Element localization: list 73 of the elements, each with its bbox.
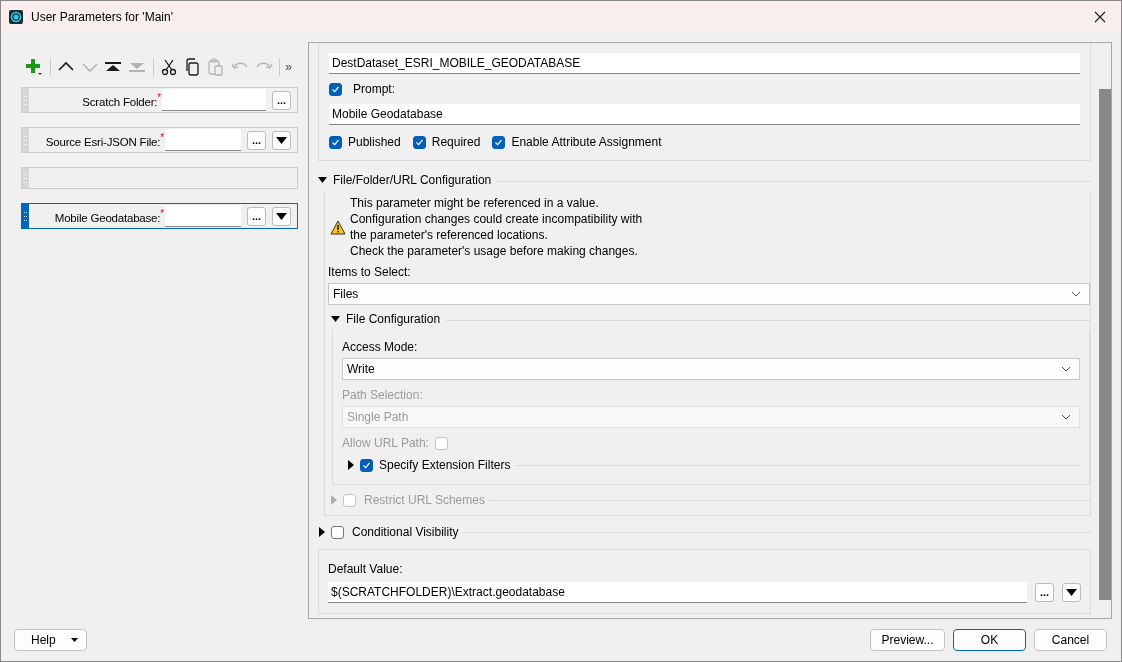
app-icon — [9, 9, 23, 24]
caret-icon — [1066, 589, 1077, 596]
default-value-field[interactable]: $(SCRATCHFOLDER)\Extract.geodatabase — [328, 582, 1027, 603]
parameter-row[interactable]: Scratch Folder:$^{*}$ ... — [21, 87, 298, 113]
ok-button[interactable]: OK — [953, 629, 1026, 651]
checkbox[interactable] — [412, 135, 426, 149]
dropdown-button[interactable] — [1062, 583, 1081, 602]
checkbox[interactable] — [329, 82, 342, 96]
parameter-row[interactable]: Source Esri-JSON File:$^{*}$ ... — [21, 127, 298, 153]
warning-text: the parameter's referenced locations. — [350, 227, 549, 243]
section-title[interactable]: File/Folder/URL Configuration — [333, 173, 492, 187]
parameter-input[interactable] — [165, 205, 241, 227]
parameter-label: Source Esri-JSON File:$^{*}$ — [44, 132, 164, 148]
browse-button[interactable]: ... — [1035, 583, 1054, 602]
warning-icon — [330, 219, 346, 235]
help-button[interactable]: Help — [14, 629, 87, 651]
expand-arrow-icon[interactable] — [347, 460, 356, 470]
copy-icon[interactable] — [183, 58, 202, 76]
checkbox[interactable] — [331, 525, 344, 539]
window-title: User Parameters for 'Main' — [31, 9, 174, 24]
drag-handle[interactable] — [22, 204, 29, 228]
caret-icon[interactable] — [71, 638, 78, 642]
plus-icon[interactable] — [24, 58, 43, 76]
parameter-label: Mobile Geodatabase:$^{*}$ — [53, 208, 164, 224]
expand-arrow-icon[interactable] — [331, 314, 340, 324]
scrollbar[interactable] — [1099, 89, 1111, 600]
warning-text: Configuration changes could create incompatibility with — [350, 211, 643, 227]
cancel-button[interactable]: Cancel — [1034, 629, 1107, 651]
checkbox-label: Specify Extension Filters — [379, 458, 511, 472]
checkbox-label: Published — [348, 135, 401, 149]
overflow-button[interactable]: » — [285, 60, 292, 74]
checkbox[interactable] — [492, 135, 506, 149]
checkbox-label: Prompt: — [353, 82, 395, 96]
prompt-field[interactable]: Mobile Geodatabase — [329, 104, 1080, 125]
parameter-input[interactable] — [165, 129, 241, 151]
dropdown-button[interactable] — [272, 130, 291, 150]
browse-button[interactable]: ... — [247, 206, 266, 226]
scissors-icon[interactable] — [160, 58, 179, 76]
checkbox-label: Enable Attribute Assignment — [511, 135, 662, 149]
warning-text: Check the parameter's usage before making changes. — [350, 243, 639, 259]
drag-handle[interactable] — [22, 168, 29, 188]
browse-button[interactable]: ... — [247, 130, 266, 150]
drag-handle[interactable] — [22, 88, 29, 112]
field-label: Items to Select: — [328, 265, 411, 279]
chevron-icon — [1061, 366, 1071, 372]
chevron-icon — [1071, 291, 1081, 297]
expand-arrow-icon[interactable] — [318, 175, 327, 185]
chevron-icon — [1061, 414, 1071, 420]
warning-text: This parameter might be referenced in a value. — [350, 195, 600, 211]
items-combo-box[interactable]: Files — [328, 283, 1090, 305]
parameter-input[interactable] — [162, 89, 266, 111]
drag-handle[interactable] — [22, 128, 29, 152]
preview-button[interactable]: Preview... — [870, 629, 945, 651]
checkbox-label: Restrict URL Schemes — [364, 493, 485, 507]
caret-icon — [276, 136, 287, 144]
expand-arrow-icon[interactable] — [318, 527, 327, 537]
caret-icon — [276, 212, 287, 220]
parameter-label: Scratch Folder:$^{*}$ — [81, 92, 161, 108]
checkbox-label: Conditional Visibility — [352, 525, 459, 539]
access-combo-box[interactable]: Write — [342, 358, 1080, 380]
field-label: Allow URL Path: — [342, 436, 429, 450]
section-title[interactable]: File Configuration — [346, 312, 441, 326]
checkbox-label: Required — [431, 135, 481, 149]
close-icon[interactable] — [1093, 9, 1107, 24]
dropdown-button[interactable] — [272, 206, 291, 226]
field-label: Default Value: — [328, 562, 404, 576]
name-field[interactable]: DestDataset_ESRI_MOBILE_GEODATABASE — [329, 53, 1080, 74]
checkbox[interactable] — [360, 458, 373, 472]
field-label: Access Mode: — [342, 340, 418, 354]
checkbox[interactable] — [329, 135, 342, 149]
browse-button[interactable]: ... — [272, 90, 291, 110]
parameter-row[interactable]: Mobile Geodatabase:$^{*}$ ... — [21, 203, 298, 229]
field-label: Path Selection: — [342, 388, 423, 402]
